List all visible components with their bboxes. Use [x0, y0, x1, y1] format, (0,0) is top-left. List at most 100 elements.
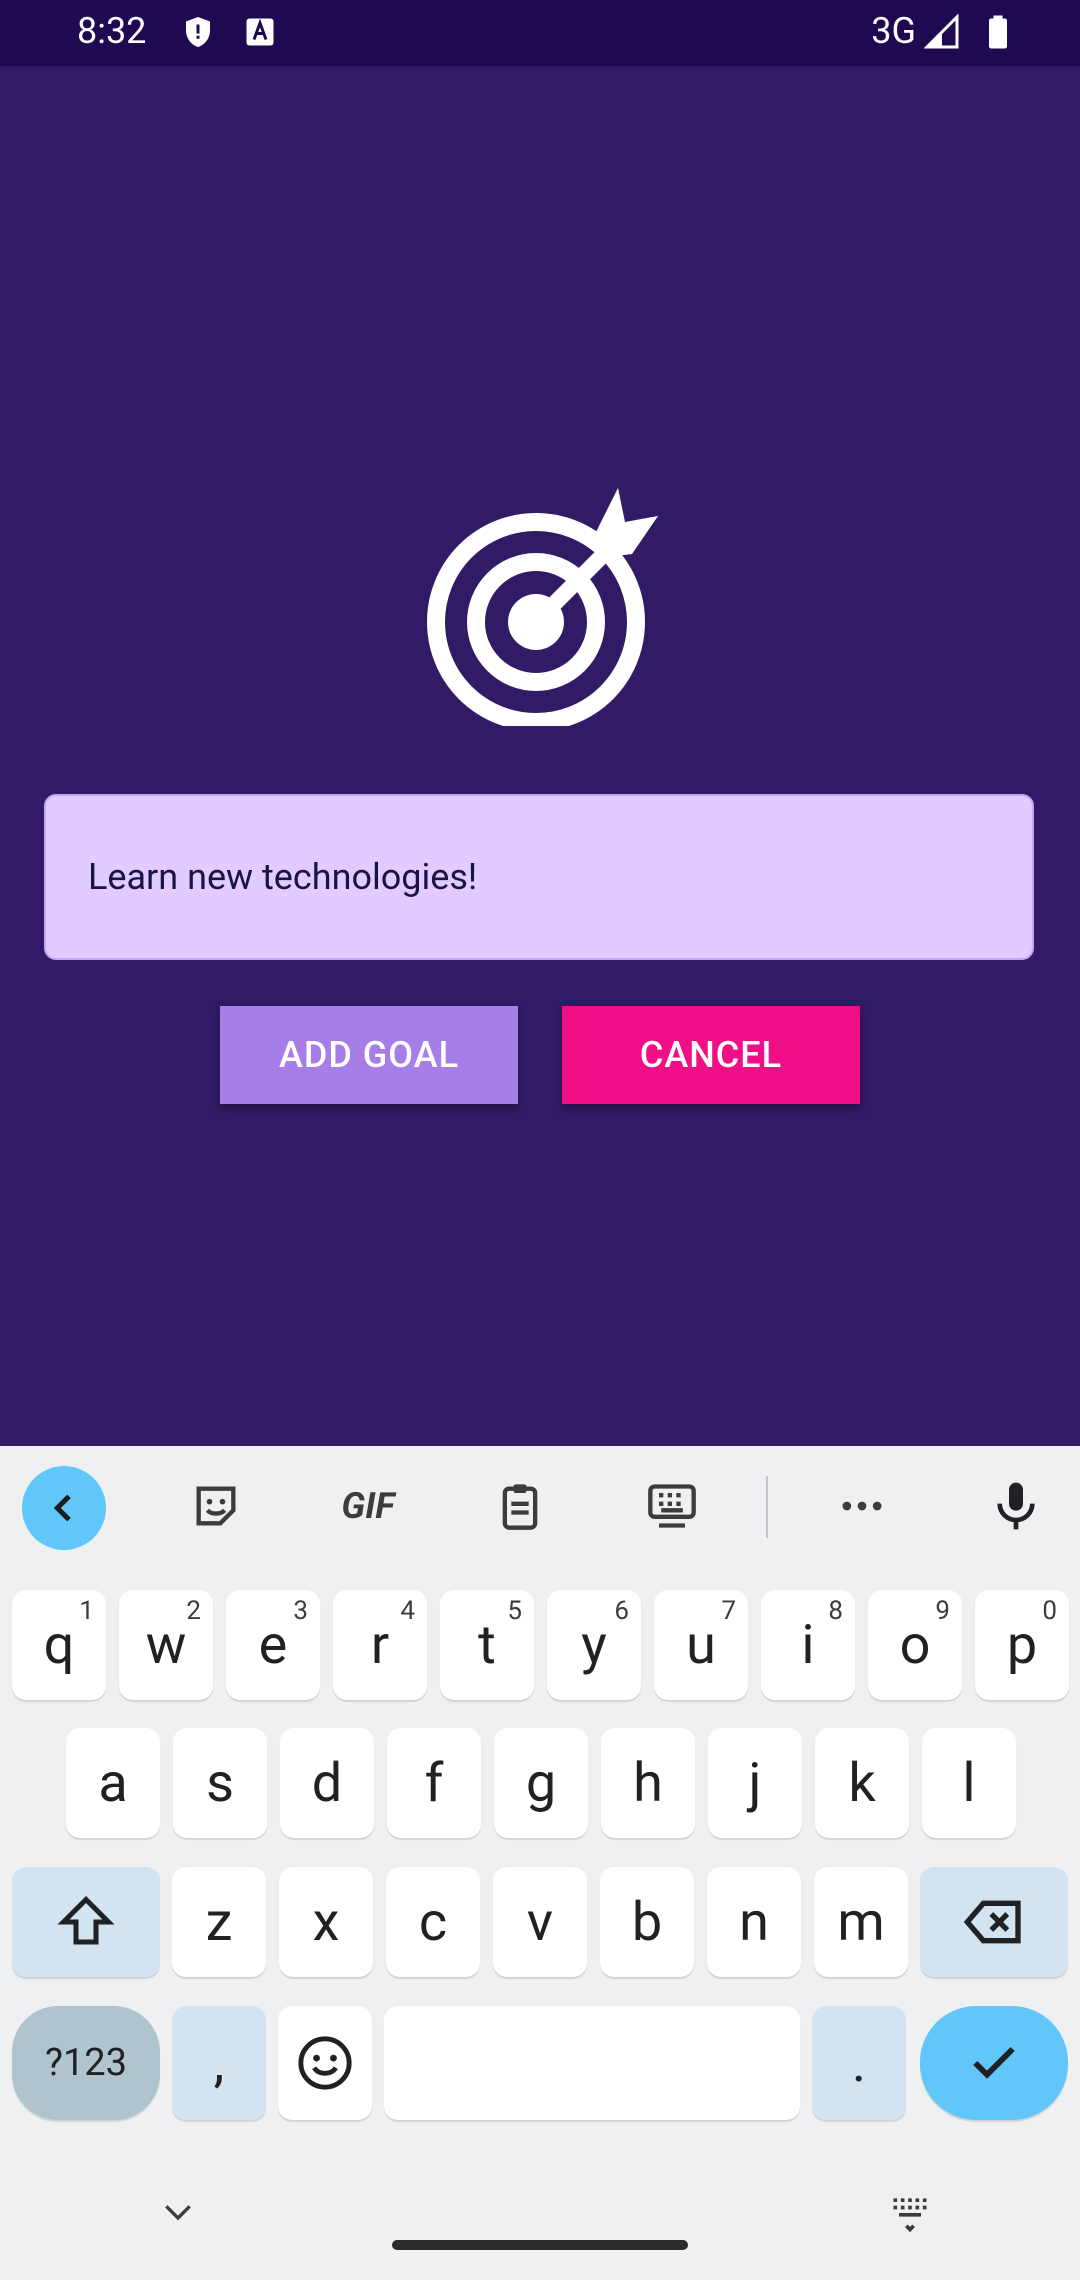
key-w-hint: 2	[186, 1596, 201, 1626]
key-t[interactable]: t5	[440, 1590, 534, 1700]
cancel-label: CANCEL	[639, 1034, 783, 1076]
key-q[interactable]: q1	[12, 1590, 106, 1700]
key-j[interactable]: j	[708, 1728, 802, 1838]
key-y-label: y	[581, 1613, 607, 1677]
key-o-label: o	[899, 1613, 931, 1677]
key-r-label: r	[370, 1613, 390, 1677]
key-a[interactable]: a	[66, 1728, 160, 1838]
gif-label: GIF	[341, 1485, 395, 1527]
period-key-label: .	[851, 2031, 867, 2095]
cancel-button[interactable]: CANCEL	[562, 1006, 860, 1104]
key-j-label: j	[748, 1751, 762, 1815]
clipboard-icon[interactable]	[476, 1462, 564, 1550]
key-c-label: c	[418, 1890, 448, 1954]
backspace-key[interactable]	[920, 1867, 1068, 1977]
key-i[interactable]: i8	[761, 1590, 855, 1700]
key-f[interactable]: f	[387, 1728, 481, 1838]
key-w-label: w	[145, 1613, 187, 1677]
add-goal-label: ADD GOAL	[278, 1034, 460, 1076]
symbols-key-label: ?123	[44, 2041, 128, 2085]
key-h[interactable]: h	[601, 1728, 695, 1838]
key-s-label: s	[206, 1751, 234, 1815]
key-x[interactable]: x	[279, 1867, 373, 1977]
key-y-hint: 6	[614, 1596, 629, 1626]
goal-input-screen: Learn new technologies! ADD GOAL CANCEL	[0, 66, 1080, 1446]
key-k[interactable]: k	[815, 1728, 909, 1838]
key-p[interactable]: p0	[975, 1590, 1069, 1700]
microphone-icon[interactable]	[972, 1462, 1060, 1550]
emoji-icon	[298, 2036, 352, 2090]
more-icon[interactable]	[818, 1462, 906, 1550]
status-time: 8:32	[77, 10, 147, 52]
key-m-label: m	[837, 1890, 885, 1954]
goal-input-value: Learn new technologies!	[88, 856, 478, 898]
key-y[interactable]: y6	[547, 1590, 641, 1700]
key-k-label: k	[848, 1751, 876, 1815]
keyboard-settings-icon[interactable]	[628, 1462, 716, 1550]
key-n-label: n	[739, 1890, 769, 1954]
key-t-label: t	[478, 1613, 496, 1677]
key-b-label: b	[631, 1890, 663, 1954]
key-a-label: a	[98, 1751, 128, 1815]
key-z-label: z	[205, 1890, 233, 1954]
key-d-label: d	[311, 1751, 343, 1815]
key-n[interactable]: n	[707, 1867, 801, 1977]
key-g[interactable]: g	[494, 1728, 588, 1838]
key-d[interactable]: d	[280, 1728, 374, 1838]
network-type: 3G	[871, 10, 916, 52]
signal-icon	[923, 13, 960, 50]
home-gesture-bar[interactable]	[392, 2240, 688, 2250]
gif-icon[interactable]: GIF	[324, 1462, 412, 1550]
comma-key[interactable]: ,	[172, 2006, 266, 2120]
key-r-hint: 4	[400, 1596, 415, 1626]
done-key[interactable]	[920, 2006, 1068, 2120]
key-c[interactable]: c	[386, 1867, 480, 1977]
soft-keyboard	[0, 1446, 1080, 2280]
battery-icon	[980, 14, 1016, 50]
key-f-label: f	[424, 1751, 444, 1815]
key-w[interactable]: w2	[119, 1590, 213, 1700]
goal-text-input[interactable]: Learn new technologies!	[44, 794, 1034, 960]
space-key[interactable]	[384, 2006, 800, 2120]
add-goal-button[interactable]: ADD GOAL	[220, 1006, 518, 1104]
key-x-label: x	[312, 1890, 340, 1954]
symbols-key[interactable]: ?123	[12, 2006, 160, 2120]
key-i-label: i	[801, 1613, 815, 1677]
key-v-label: v	[526, 1890, 554, 1954]
key-b[interactable]: b	[600, 1867, 694, 1977]
key-u-hint: 7	[721, 1596, 736, 1626]
keyboard-switch-icon[interactable]	[880, 2190, 940, 2236]
key-p-label: p	[1006, 1613, 1038, 1677]
key-h-label: h	[633, 1751, 663, 1815]
key-z[interactable]: z	[172, 1867, 266, 1977]
key-u[interactable]: u7	[654, 1590, 748, 1700]
key-o-hint: 9	[935, 1596, 950, 1626]
shift-key[interactable]	[12, 1867, 160, 1977]
comma-key-label: ,	[213, 2031, 225, 2095]
hide-keyboard-icon[interactable]	[148, 2190, 208, 2236]
key-e-label: e	[258, 1613, 288, 1677]
key-l-label: l	[962, 1751, 976, 1815]
key-s[interactable]: s	[173, 1728, 267, 1838]
key-q-hint: 1	[79, 1596, 94, 1626]
period-key[interactable]: .	[812, 2006, 906, 2120]
key-e[interactable]: e3	[226, 1590, 320, 1700]
key-u-label: u	[686, 1613, 716, 1677]
key-m[interactable]: m	[814, 1867, 908, 1977]
key-l[interactable]: l	[922, 1728, 1016, 1838]
key-p-hint: 0	[1042, 1596, 1057, 1626]
key-v[interactable]: v	[493, 1867, 587, 1977]
key-r[interactable]: r4	[333, 1590, 427, 1700]
shield-icon	[180, 14, 216, 50]
chevron-left-icon[interactable]	[22, 1466, 106, 1550]
emoji-key[interactable]	[278, 2006, 372, 2120]
status-bar: 8:32 3G	[0, 0, 1080, 66]
key-i-hint: 8	[828, 1596, 843, 1626]
sticker-icon[interactable]	[172, 1462, 260, 1550]
key-o[interactable]: o9	[868, 1590, 962, 1700]
check-icon	[973, 2046, 1015, 2079]
key-t-hint: 5	[507, 1596, 522, 1626]
key-q-label: q	[43, 1613, 75, 1677]
toolbar-divider	[766, 1476, 768, 1538]
text-a-icon	[242, 14, 278, 50]
